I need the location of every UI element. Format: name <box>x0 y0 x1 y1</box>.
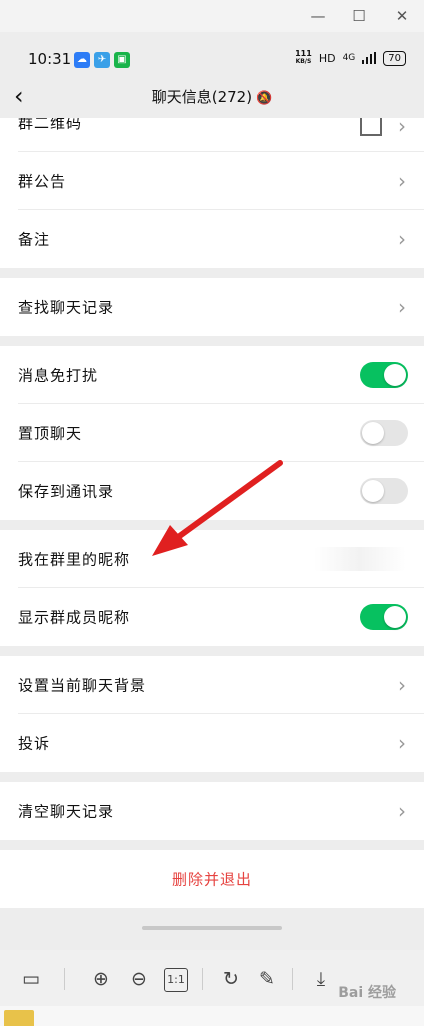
row-save-contacts: 保存到通讯录 <box>0 462 424 520</box>
app-notification-icon: ▣ <box>114 52 130 68</box>
row-search-history[interactable]: 查找聊天记录 › <box>0 278 424 336</box>
chevron-right-icon: › <box>398 731 406 755</box>
show-nicknames-toggle[interactable] <box>360 604 408 630</box>
network-speed: 111 KB/S <box>295 49 312 66</box>
home-indicator <box>142 926 282 930</box>
minimize-button[interactable]: — <box>304 4 332 28</box>
settings-list: 群二维码 › 群公告 › 备注 › 查找聊天记录 › 消息免打扰 置顶聊天 保存… <box>0 118 424 948</box>
status-time: 10:31 <box>28 50 72 68</box>
pin-toggle[interactable] <box>360 420 408 446</box>
app-notification-icon: ☁ <box>74 52 90 68</box>
muted-bell-icon: 🔕 <box>256 91 273 106</box>
status-indicators: 111 KB/S HD 4G 70 <box>295 50 406 66</box>
chevron-right-icon: › <box>398 227 406 251</box>
close-button[interactable]: ✕ <box>388 4 416 28</box>
row-clear-history[interactable]: 清空聊天记录 › <box>0 782 424 840</box>
actual-size-button[interactable]: 1:1 <box>164 968 188 992</box>
row-my-nickname[interactable]: 我在群里的昵称 <box>0 530 424 588</box>
row-remark[interactable]: 备注 › <box>0 210 424 268</box>
nav-bar: ‹ 聊天信息(272) 🔕 <box>0 76 424 118</box>
window-titlebar: — ☐ ✕ <box>0 0 424 32</box>
folder-icon <box>4 1010 34 1026</box>
taskbar-strip <box>0 1006 424 1026</box>
row-chat-background[interactable]: 设置当前聊天背景 › <box>0 656 424 714</box>
row-complain[interactable]: 投诉 › <box>0 714 424 772</box>
hd-indicator: HD <box>318 51 336 65</box>
page-title: 聊天信息(272) 🔕 <box>151 88 273 106</box>
row-mute: 消息免打扰 <box>0 346 424 404</box>
rotate-icon[interactable]: ↻ <box>218 966 244 992</box>
baidu-watermark: Bai 经验 <box>338 985 396 1001</box>
maximize-button[interactable]: ☐ <box>345 4 373 28</box>
row-group-qr[interactable]: 群二维码 › <box>0 118 424 152</box>
thumbnail-view-icon[interactable]: ▭ <box>18 966 44 992</box>
save-contacts-toggle[interactable] <box>360 478 408 504</box>
zoom-in-icon[interactable]: ⊕ <box>88 966 114 992</box>
row-pin: 置顶聊天 <box>0 404 424 462</box>
battery-icon: 70 <box>383 50 406 66</box>
chevron-right-icon: › <box>398 118 406 138</box>
qr-code-icon <box>360 118 382 136</box>
mute-toggle[interactable] <box>360 362 408 388</box>
edit-pencil-icon[interactable]: ✎ <box>254 966 280 992</box>
row-announcement[interactable]: 群公告 › <box>0 152 424 210</box>
chevron-right-icon: › <box>398 295 406 319</box>
zoom-out-icon[interactable]: ⊖ <box>126 966 152 992</box>
network-type: 4G <box>342 53 356 63</box>
app-notification-icon: ✈ <box>94 52 110 68</box>
delete-exit-button[interactable]: 删除并退出 <box>0 850 424 908</box>
nickname-value-blurred <box>314 547 406 571</box>
row-show-nicknames: 显示群成员昵称 <box>0 588 424 646</box>
signal-icon <box>362 52 377 64</box>
chevron-right-icon: › <box>398 169 406 193</box>
download-icon[interactable]: ⤓ <box>308 966 334 992</box>
chevron-right-icon: › <box>398 799 406 823</box>
status-bar: 10:31 ☁ ✈ ▣ 111 KB/S HD 4G 70 <box>0 42 424 76</box>
chevron-right-icon: › <box>398 673 406 697</box>
